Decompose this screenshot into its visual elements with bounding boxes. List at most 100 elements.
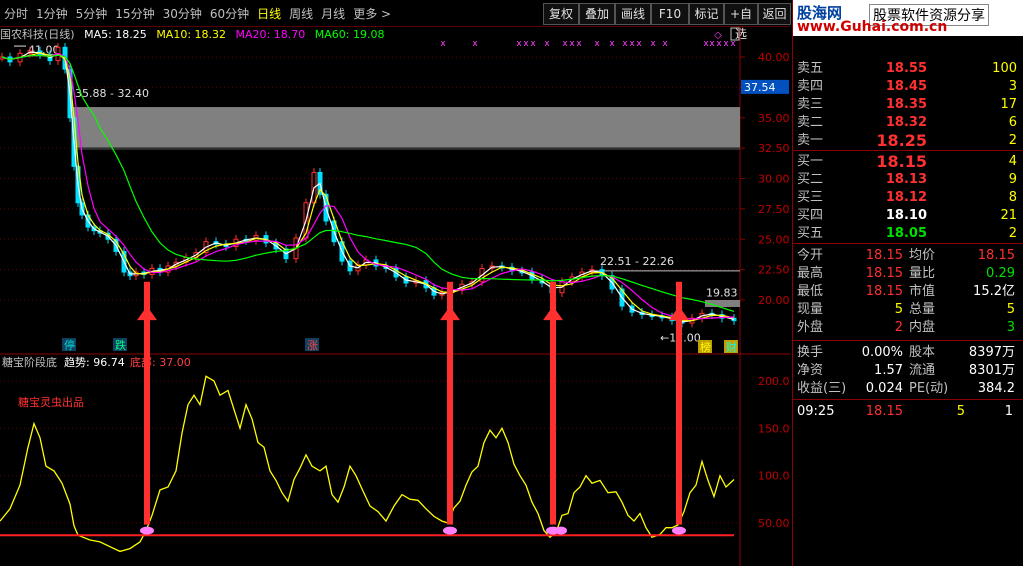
- stat-value-a-0: 18.15: [865, 248, 903, 263]
- ind-tick-label-1: 150.00: [758, 422, 790, 435]
- sell-row-3[interactable]: 卖三 18.35 17: [795, 96, 1021, 113]
- sell-row-1-price: 18.25: [876, 131, 927, 150]
- x-marker-4: x: [530, 39, 536, 49]
- timeframe-7[interactable]: 周线: [285, 5, 317, 22]
- buy-row-2-price: 18.13: [885, 172, 927, 187]
- buy-row-1-label: 买一: [797, 154, 824, 169]
- buy-row-1-price: 18.15: [876, 152, 927, 171]
- buy-row-4-volume: 21: [1000, 208, 1017, 223]
- buy-row-4[interactable]: 买四 18.10 21: [795, 207, 1021, 224]
- stats-divider: [793, 243, 1023, 244]
- sell-row-1-label: 卖一: [797, 133, 824, 148]
- tick-divider: [793, 399, 1023, 400]
- annot-box-label: 35.88 - 32.40: [75, 87, 149, 100]
- fund-value-b-0: 8397万: [968, 345, 1015, 360]
- x-marker-0: x: [440, 39, 446, 49]
- sell-row-3-label: 卖三: [797, 97, 824, 112]
- toolbar-button-0[interactable]: 复权: [543, 3, 579, 25]
- sell-row-3-volume: 17: [1000, 97, 1017, 112]
- buy-row-4-label: 买四: [797, 208, 824, 223]
- toolbar-button-5[interactable]: +自选: [724, 3, 758, 41]
- price-tick-label-3: 32.50: [758, 142, 790, 155]
- sell-row-1[interactable]: 卖一 18.25 2: [795, 132, 1021, 149]
- fund-label-b-2: PE(动): [909, 381, 949, 396]
- stat-value-a-4: 2: [894, 320, 903, 335]
- stat-label-b-1: 量比: [909, 266, 936, 281]
- price-tick-label-4: 30.00: [758, 173, 790, 186]
- toolbar-button-3[interactable]: F10: [651, 3, 689, 25]
- stat-label-a-4: 外盘: [797, 320, 824, 335]
- sell-row-3-price: 18.35: [885, 97, 927, 112]
- site-logo: 股海网 股票软件资源分享 www.Guhai.com.cn: [793, 0, 1023, 36]
- stat-label-b-4: 内盘: [909, 320, 936, 335]
- trend-line: [0, 375, 735, 553]
- timeframe-1[interactable]: 1分钟: [32, 5, 72, 22]
- stat-value-a-1: 18.15: [865, 266, 903, 281]
- sell-row-2[interactable]: 卖二 18.32 6: [795, 114, 1021, 131]
- sell-row-1-volume: 2: [1008, 133, 1017, 148]
- timeframe-4[interactable]: 30分钟: [159, 5, 206, 22]
- buy-row-2[interactable]: 买二 18.13 9: [795, 171, 1021, 188]
- buy-row-3-label: 买三: [797, 190, 824, 205]
- price-tick-label-5: 27.50: [758, 203, 790, 216]
- timeframe-6[interactable]: 日线: [253, 5, 285, 22]
- toolbar-button-6[interactable]: 返回: [758, 3, 791, 25]
- timeframe-3[interactable]: 15分钟: [111, 5, 158, 22]
- stat-value-a-2: 18.15: [865, 284, 903, 299]
- timeframe-2[interactable]: 5分钟: [72, 5, 112, 22]
- stat-value-a-3: 5: [894, 302, 903, 317]
- buy-row-3[interactable]: 买三 18.12 8: [795, 189, 1021, 206]
- x-marker-3: x: [523, 39, 529, 49]
- stat-value-b-2: 15.2亿: [973, 284, 1015, 299]
- buy-row-1[interactable]: 买一 18.15 4: [795, 153, 1021, 170]
- x-marker-7: x: [569, 39, 575, 49]
- sell-row-4-label: 卖四: [797, 79, 824, 94]
- buy-row-3-price: 18.12: [885, 190, 927, 205]
- x-marker-12: x: [629, 39, 635, 49]
- buy-row-1-volume: 4: [1008, 154, 1017, 169]
- buy-row-5[interactable]: 买五 18.05 2: [795, 225, 1021, 242]
- price-tick-label-2: 35.00: [758, 112, 790, 125]
- timeframe-8[interactable]: 月线: [317, 5, 349, 22]
- annot-mid-label: 22.51 - 22.26: [600, 255, 674, 268]
- sell-row-4[interactable]: 卖四 18.45 3: [795, 78, 1021, 95]
- fund-value-b-1: 8301万: [968, 363, 1015, 378]
- bottom-signal-1: [443, 526, 457, 535]
- price-tick-label-8: 20.00: [758, 294, 790, 307]
- fund-label-a-1: 净资: [797, 363, 824, 378]
- signal-arrow-head-2: [543, 306, 563, 321]
- indicator-base-label: 底部: 37.00: [130, 355, 191, 369]
- fund-value-a-0: 0.00%: [861, 345, 903, 360]
- timeframe-0[interactable]: 分时: [0, 5, 32, 22]
- tick-price: 18.15: [865, 404, 903, 419]
- kline-chart[interactable]: 40.0037.5035.0032.5030.0027.5025.0022.50…: [0, 26, 790, 566]
- timeframe-5[interactable]: 60分钟: [206, 5, 253, 22]
- stat-label-b-3: 总量: [909, 302, 936, 317]
- marker-4: 财: [726, 340, 737, 354]
- x-marker-5: x: [544, 39, 550, 49]
- sell-row-2-price: 18.32: [885, 115, 927, 130]
- fund-label-b-0: 股本: [909, 345, 936, 360]
- stat-value-b-4: 3: [1006, 320, 1015, 335]
- timeframe-9[interactable]: 更多 >: [349, 5, 395, 22]
- toolbar-button-4[interactable]: 标记: [689, 3, 724, 25]
- stat-value-b-1: 0.29: [986, 266, 1015, 281]
- stat-label-a-3: 现量: [797, 302, 824, 317]
- fund-divider: [793, 340, 1023, 341]
- quote-panel: 股海网 股票软件资源分享 www.Guhai.com.cn 卖五 18.55 100…: [792, 0, 1023, 566]
- indicator-watermark: 糖宝灵虫出品: [18, 395, 84, 409]
- stat-label-b-2: 市值: [909, 284, 936, 299]
- marker-2: 涨: [307, 339, 318, 352]
- sell-row-2-label: 卖二: [797, 115, 824, 130]
- buy-row-2-volume: 9: [1008, 172, 1017, 187]
- ind-tick-label-2: 100.00: [758, 470, 790, 483]
- signal-arrow-head-1: [440, 306, 460, 321]
- stat-label-a-0: 今开: [797, 248, 824, 263]
- x-marker-19: x: [723, 39, 729, 49]
- marker-3: 榜: [700, 340, 711, 354]
- toolbar-button-1[interactable]: 叠加: [579, 3, 615, 25]
- sell-row-5[interactable]: 卖五 18.55 100: [795, 60, 1021, 77]
- sell-row-4-volume: 3: [1008, 79, 1017, 94]
- toolbar-button-2[interactable]: 画线: [615, 3, 651, 25]
- x-marker-14: x: [650, 39, 656, 49]
